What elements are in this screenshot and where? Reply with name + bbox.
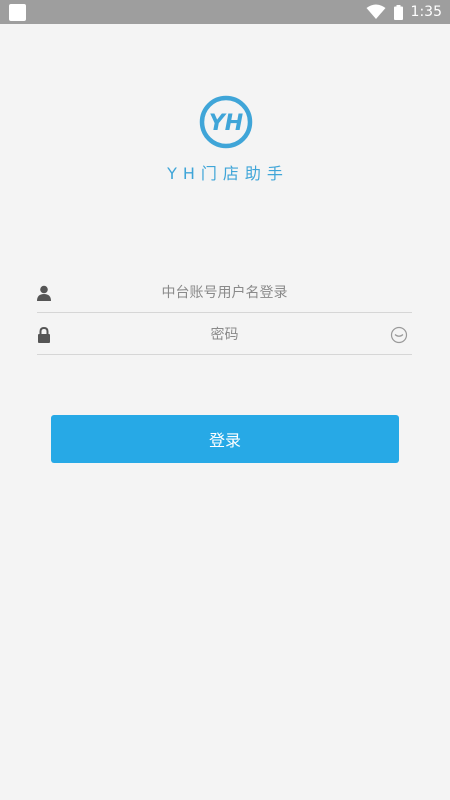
status-time: 1:35: [410, 4, 442, 20]
password-field[interactable]: [37, 315, 412, 355]
username-input[interactable]: [61, 273, 388, 312]
lock-icon: [38, 327, 50, 343]
app-name: YH门店助手: [167, 164, 289, 183]
status-right-group: 1:35: [366, 4, 442, 20]
wifi-icon: [366, 4, 386, 19]
username-field[interactable]: [37, 273, 412, 313]
app-logo: YH: [199, 95, 253, 149]
login-button[interactable]: 登录: [51, 415, 399, 463]
eye-closed-icon[interactable]: [390, 326, 408, 344]
battery-icon: [393, 4, 403, 20]
app-logo-text: YH: [209, 111, 243, 136]
password-input[interactable]: [61, 315, 388, 354]
status-bar: 1:35: [0, 0, 450, 24]
notification-square-icon: [9, 3, 26, 21]
user-icon: [37, 285, 51, 301]
